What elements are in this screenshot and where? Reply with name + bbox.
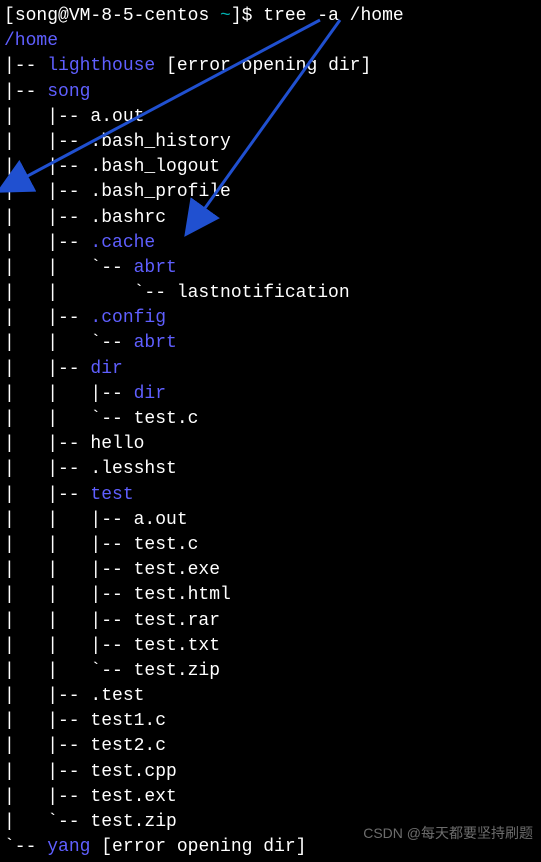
tree-entry: test.exe — [134, 560, 220, 580]
tree-entry: .bashrc — [90, 208, 166, 228]
tree-entry: test2.c — [90, 736, 166, 756]
tree-prefix: | |-- — [4, 182, 90, 202]
tree-entry: a.out — [134, 510, 188, 530]
tree-entry: test1.c — [90, 711, 166, 731]
tree-prefix: | |-- — [4, 787, 90, 807]
tree-entry: lastnotification — [177, 283, 350, 303]
tree-entry: .cache — [90, 233, 155, 253]
tree-prefix: | | |-- — [4, 535, 134, 555]
tree-suffix: [error opening dir] — [155, 56, 371, 76]
tree-body: |-- lighthouse [error opening dir] |-- s… — [4, 56, 371, 857]
tree-prefix: `-- — [4, 837, 47, 857]
tree-prefix: | |-- — [4, 157, 90, 177]
command-text: tree -a /home — [263, 6, 403, 26]
prompt-bracket-close: ]$ — [231, 6, 263, 26]
tree-entry: yang — [47, 837, 90, 857]
tree-suffix: [error opening dir] — [90, 837, 306, 857]
prompt-user-host: song@VM-8-5-centos — [15, 6, 209, 26]
tree-prefix: | |-- — [4, 208, 90, 228]
tree-prefix: | | `-- — [4, 409, 134, 429]
tree-entry: abrt — [134, 333, 177, 353]
tree-entry: hello — [90, 434, 144, 454]
tree-entry: dir — [134, 384, 166, 404]
tree-prefix: |-- — [4, 82, 47, 102]
tree-entry: test.html — [134, 585, 231, 605]
tree-entry: test.rar — [134, 611, 220, 631]
tree-prefix: | |-- — [4, 485, 90, 505]
tree-entry: .lesshst — [90, 459, 176, 479]
tree-entry: .config — [90, 308, 166, 328]
tree-prefix: | |-- — [4, 711, 90, 731]
prompt-line: [song@VM-8-5-centos ~]$ tree -a /home — [4, 6, 404, 26]
tree-entry: .bash_logout — [90, 157, 220, 177]
tree-prefix: | | |-- — [4, 636, 134, 656]
tree-entry: test.zip — [134, 661, 220, 681]
tree-entry: a.out — [90, 107, 144, 127]
tree-entry: abrt — [134, 258, 177, 278]
tree-prefix: | |-- — [4, 736, 90, 756]
tree-entry: test.cpp — [90, 762, 176, 782]
tree-prefix: | |-- — [4, 459, 90, 479]
tree-prefix: |-- — [4, 56, 47, 76]
tree-prefix: | |-- — [4, 132, 90, 152]
tree-prefix: | |-- — [4, 107, 90, 127]
tree-prefix: | | `-- — [4, 333, 134, 353]
tree-prefix: | |-- — [4, 686, 90, 706]
tree-prefix: | |-- — [4, 308, 90, 328]
prompt-bracket-open: [ — [4, 6, 15, 26]
tree-entry: test.c — [134, 409, 199, 429]
tree-root: /home — [4, 31, 58, 51]
tree-entry: test — [90, 485, 133, 505]
tree-prefix: | |-- — [4, 359, 90, 379]
tree-prefix: | | |-- — [4, 560, 134, 580]
tree-prefix: | | |-- — [4, 585, 134, 605]
terminal-output: [song@VM-8-5-centos ~]$ tree -a /home /h… — [4, 4, 537, 860]
tree-entry: song — [47, 82, 90, 102]
tree-prefix: | | `-- — [4, 661, 134, 681]
tree-entry: .test — [90, 686, 144, 706]
tree-prefix: | | `-- — [4, 258, 134, 278]
tree-entry: test.c — [134, 535, 199, 555]
tree-entry: test.ext — [90, 787, 176, 807]
tree-entry: lighthouse — [47, 56, 155, 76]
tree-entry: test.txt — [134, 636, 220, 656]
tree-prefix: | | |-- — [4, 510, 134, 530]
tree-entry: test.zip — [90, 812, 176, 832]
tree-entry: .bash_profile — [90, 182, 230, 202]
tree-prefix: | `-- — [4, 812, 90, 832]
tree-entry: .bash_history — [90, 132, 230, 152]
tree-prefix: | |-- — [4, 434, 90, 454]
tree-prefix: | | |-- — [4, 384, 134, 404]
tree-entry: dir — [90, 359, 122, 379]
tree-prefix: | | |-- — [4, 611, 134, 631]
tree-prefix: | |-- — [4, 762, 90, 782]
tree-prefix: | | `-- — [4, 283, 177, 303]
prompt-cwd: ~ — [209, 6, 231, 26]
tree-prefix: | |-- — [4, 233, 90, 253]
